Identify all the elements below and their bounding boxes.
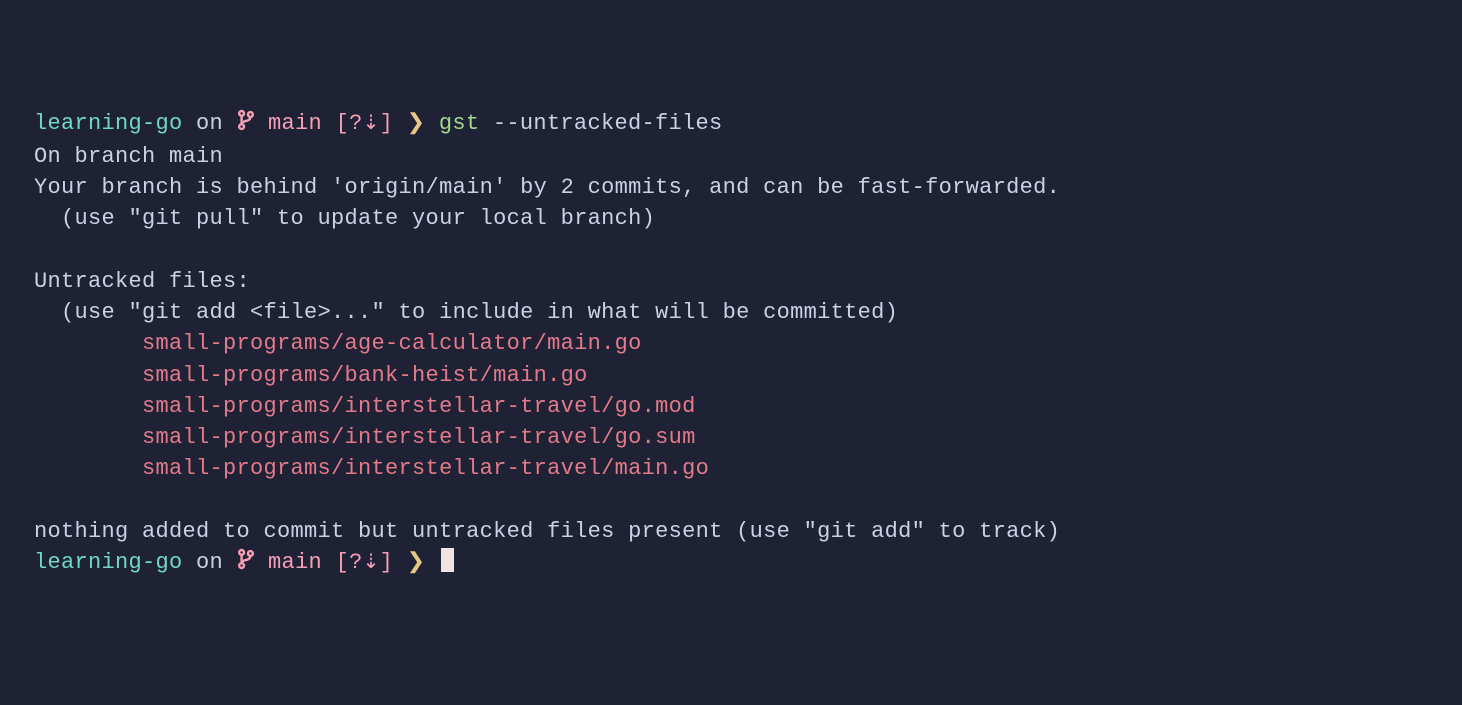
prompt-chevron: ❯ [393,111,439,136]
terminal-cursor [441,548,454,572]
prompt-on: on [183,550,237,575]
terminal-area[interactable]: learning-go on main [?⇣] ❯ gst --untrack… [34,108,1446,581]
command-args: --untracked-files [479,111,722,136]
output-line: Untracked files: [34,269,250,294]
prompt-status-close: ] [380,111,394,136]
output-line: On branch main [34,144,223,169]
git-branch-icon [237,548,255,580]
prompt-dir: learning-go [34,111,183,136]
command-name: gst [439,111,480,136]
prompt-status-close: ] [380,550,394,575]
untracked-file: small-programs/interstellar-travel/go.su… [34,425,696,450]
untracked-file: small-programs/interstellar-travel/main.… [34,456,709,481]
output-line: (use "git add <file>..." to include in w… [34,300,898,325]
prompt-on: on [183,111,237,136]
prompt-line-2: learning-go on main [?⇣] ❯ [34,550,454,575]
untracked-file: small-programs/bank-heist/main.go [34,363,588,388]
output-line: Your branch is behind 'origin/main' by 2… [34,175,1060,200]
prompt-dir: learning-go [34,550,183,575]
behind-arrow-icon: ⇣ [363,552,380,575]
prompt-status: [? [322,550,363,575]
prompt-branch: main [255,550,323,575]
prompt-branch: main [255,111,323,136]
output-line: nothing added to commit but untracked fi… [34,519,1060,544]
behind-arrow-icon: ⇣ [363,113,380,136]
git-branch-icon [237,109,255,141]
output-line: (use "git pull" to update your local bra… [34,206,655,231]
untracked-file: small-programs/age-calculator/main.go [34,331,642,356]
prompt-status: [? [322,111,363,136]
prompt-line-1: learning-go on main [?⇣] ❯ gst --untrack… [34,111,722,136]
prompt-chevron: ❯ [393,550,439,575]
untracked-file: small-programs/interstellar-travel/go.mo… [34,394,696,419]
